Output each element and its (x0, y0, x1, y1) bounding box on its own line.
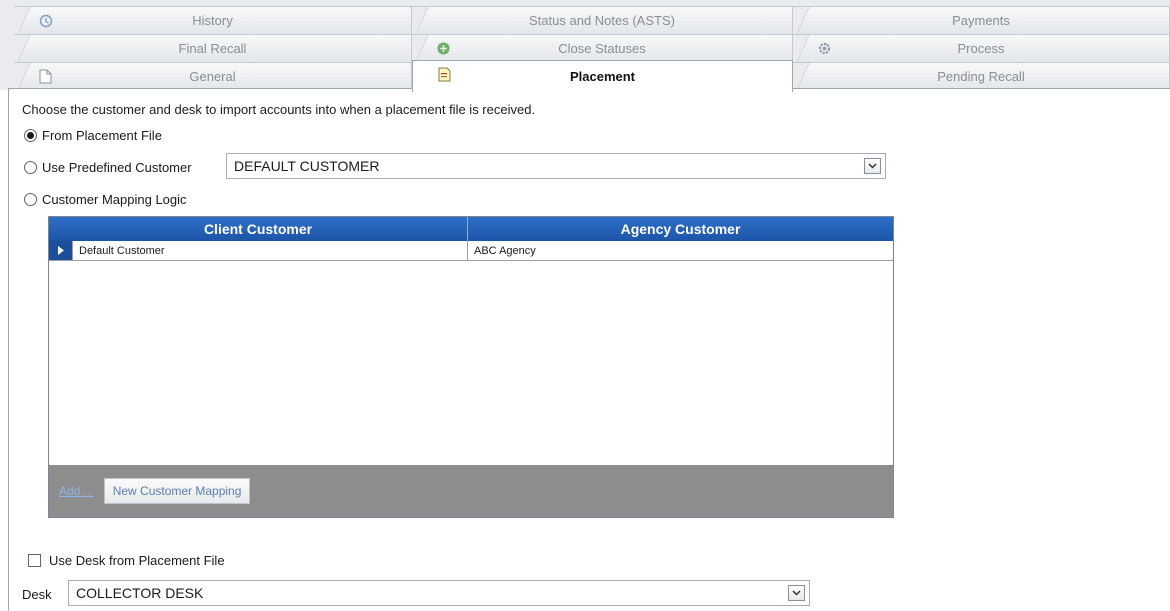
predefined-customer-dropdown[interactable]: DEFAULT CUSTOMER (226, 153, 886, 179)
tab-payments[interactable]: Payments (793, 6, 1170, 34)
use-desk-checkbox-row[interactable]: Use Desk from Placement File (28, 553, 225, 568)
desk-dropdown[interactable]: COLLECTOR DESK (68, 580, 810, 606)
tab-status-notes[interactable]: Status and Notes (ASTS) (412, 6, 793, 34)
table-row[interactable]: Default Customer ABC Agency (49, 241, 893, 261)
tab-history-label: History (192, 13, 233, 28)
tab-final-recall[interactable]: Final Recall (14, 34, 412, 62)
column-header-client-customer[interactable]: Client Customer (49, 217, 468, 241)
tab-close-statuses[interactable]: Close Statuses (412, 34, 793, 62)
radio-button-unselected[interactable] (24, 193, 37, 206)
use-desk-checkbox[interactable] (28, 554, 41, 567)
tab-pending-recall-label: Pending Recall (937, 69, 1025, 84)
tab-process[interactable]: Process (793, 34, 1170, 62)
tab-process-label: Process (957, 41, 1005, 56)
tab-close-statuses-label: Close Statuses (558, 41, 646, 56)
row-selector-arrow-icon[interactable] (49, 241, 73, 260)
history-icon (38, 13, 53, 28)
radio-use-predefined-customer[interactable]: Use Predefined Customer (24, 160, 192, 175)
column-header-agency-customer[interactable]: Agency Customer (468, 217, 893, 241)
tab-general[interactable]: General (14, 62, 412, 90)
tab-final-recall-label: Final Recall (178, 41, 247, 56)
desk-value: COLLECTOR DESK (76, 585, 204, 601)
cell-client-customer[interactable]: Default Customer (73, 241, 468, 260)
tab-pending-recall[interactable]: Pending Recall (793, 62, 1170, 90)
process-gear-icon (817, 41, 832, 56)
close-statuses-icon (436, 41, 451, 56)
tab-strip: History Status and Notes (ASTS) Payments… (0, 0, 1170, 92)
grid-footer: Add ... New Customer Mapping (49, 465, 893, 517)
tab-general-label: General (189, 69, 236, 84)
cell-agency-customer[interactable]: ABC Agency (468, 241, 893, 260)
radio-from-placement-file-label: From Placement File (42, 128, 162, 143)
radio-customer-mapping-logic[interactable]: Customer Mapping Logic (24, 192, 187, 207)
use-desk-checkbox-label: Use Desk from Placement File (49, 553, 225, 568)
radio-button-unselected[interactable] (24, 161, 37, 174)
instruction-text: Choose the customer and desk to import a… (22, 102, 536, 117)
new-customer-mapping-button[interactable]: New Customer Mapping (103, 478, 251, 504)
chevron-down-icon[interactable] (788, 585, 805, 601)
add-link[interactable]: Add ... (59, 484, 94, 498)
grid-header: Client Customer Agency Customer (49, 217, 893, 241)
general-page-icon (38, 69, 53, 84)
tab-history[interactable]: History (14, 6, 412, 34)
tab-placement-label: Placement (569, 69, 636, 84)
placement-document-icon (437, 67, 452, 82)
radio-from-placement-file[interactable]: From Placement File (24, 128, 162, 143)
tab-status-notes-label: Status and Notes (ASTS) (529, 13, 675, 28)
customer-mapping-grid: Client Customer Agency Customer Default … (48, 216, 894, 518)
tab-placement[interactable]: Placement (412, 60, 793, 92)
chevron-down-icon[interactable] (864, 158, 881, 174)
radio-customer-mapping-logic-label: Customer Mapping Logic (42, 192, 187, 207)
desk-label: Desk (22, 587, 52, 602)
radio-use-predefined-customer-label: Use Predefined Customer (42, 160, 192, 175)
tab-payments-label: Payments (952, 13, 1010, 28)
predefined-customer-value: DEFAULT CUSTOMER (234, 158, 380, 174)
radio-button-selected[interactable] (24, 129, 37, 142)
